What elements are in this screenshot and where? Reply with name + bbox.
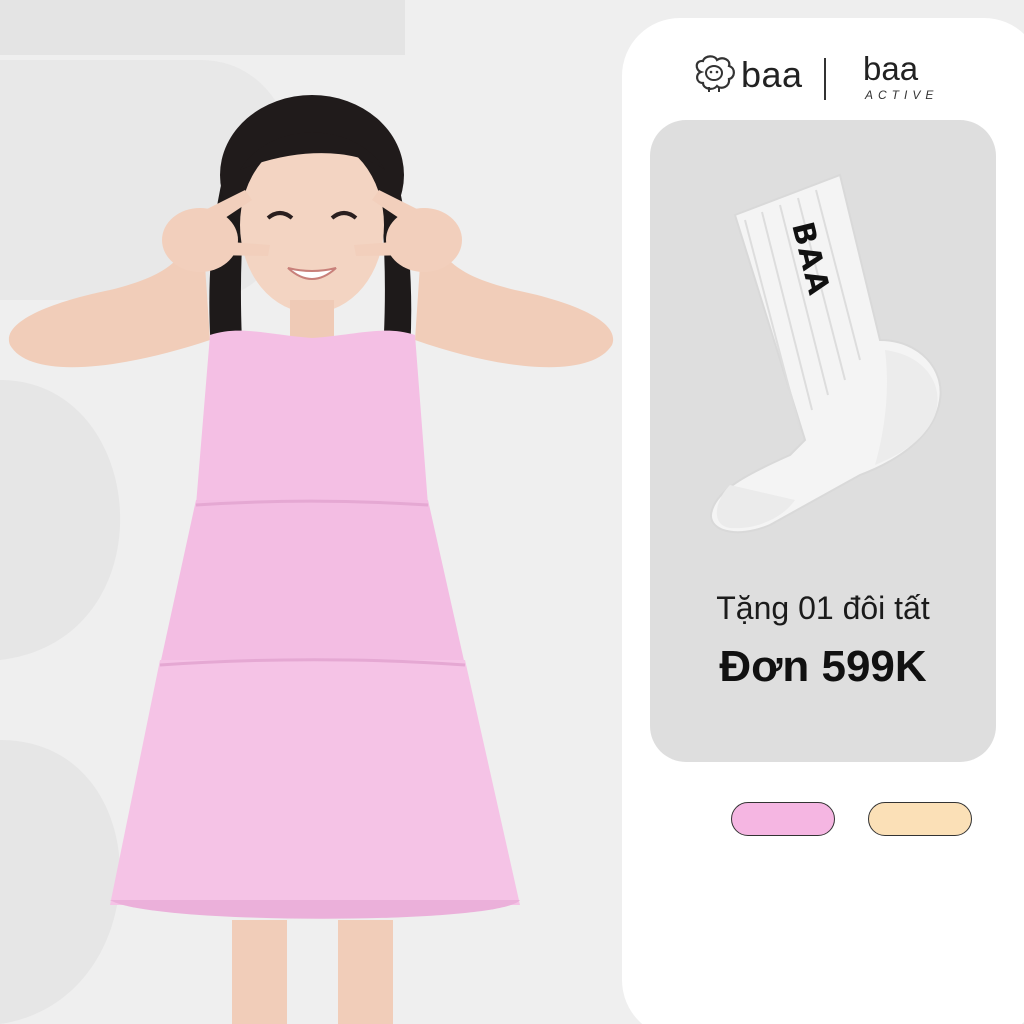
brand-logo: baa baa ACTIVE: [693, 50, 953, 102]
color-swatch-peach[interactable]: [868, 802, 972, 836]
sub-brand-tag: ACTIVE: [865, 88, 939, 102]
sub-brand-name: baa: [863, 50, 919, 87]
promo-order-text: Đơn 599K: [719, 642, 927, 691]
sock-image: BAA: [709, 173, 942, 534]
brand-name: baa: [741, 54, 803, 95]
color-swatch-pink[interactable]: [731, 802, 835, 836]
product-photo: [0, 0, 650, 1024]
sheep-logo-icon: [695, 55, 735, 92]
product-banner: baa baa ACTIVE BAA Tặng 01 đôi tất Đơn 5…: [0, 0, 1024, 1024]
brand-divider: [824, 58, 826, 100]
promo-gift-text: Tặng 01 đôi tất: [716, 590, 930, 626]
